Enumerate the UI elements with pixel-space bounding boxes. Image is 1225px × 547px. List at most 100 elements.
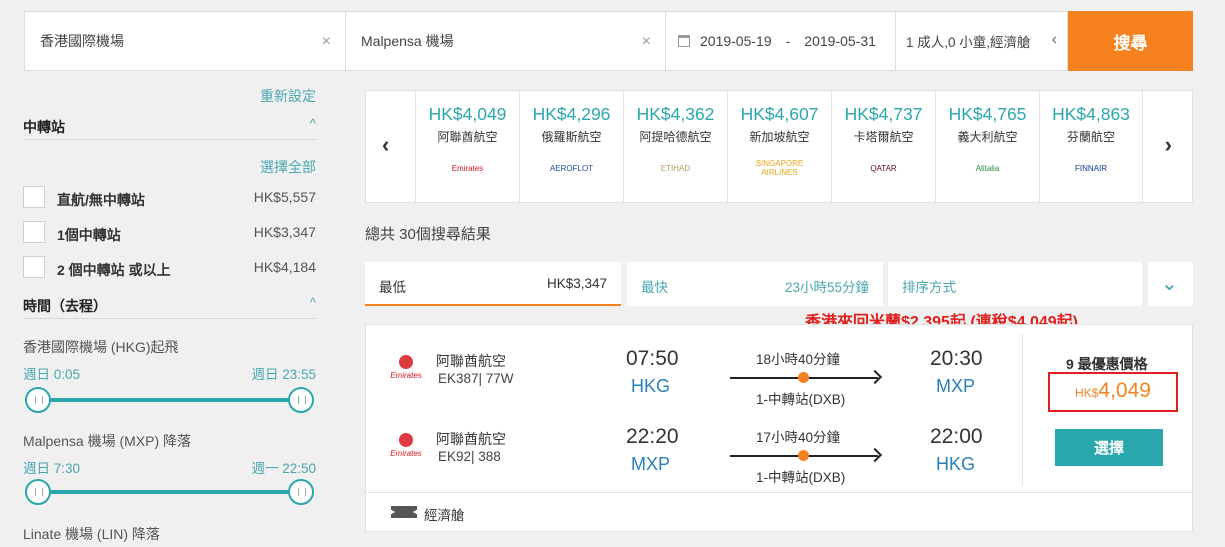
airline-logo: QATAR	[870, 163, 897, 173]
search-bar: 香港國際機場 × Malpensa 機場 × 2019-05-19 - 2019…	[24, 11, 1193, 71]
sort-tab-sort-by[interactable]: 排序方式	[888, 262, 1142, 306]
airline-logo: SINGAPORE AIRLINES	[755, 159, 804, 177]
arrival-time: 22:00	[930, 425, 983, 448]
stop-option-label: 2 個中轉站 或以上	[57, 262, 171, 278]
sort-tab-label: 最快	[641, 280, 668, 295]
airline-card-price: HK$4,607	[740, 104, 819, 124]
departure-time: 07:50	[626, 347, 679, 370]
stop-info: 1-中轉站(DXB)	[756, 470, 846, 485]
stop-option-two-plus[interactable]: 2 個中轉站 或以上 HK$4,184	[23, 256, 316, 282]
price-highlight: HK$4,049	[1048, 372, 1178, 412]
airline-card[interactable]: HK$4,765 義大利航空 Alitalia	[935, 91, 1039, 203]
slider-max-value: 週日 23:55	[251, 367, 316, 382]
slider-label-arrival: Malpensa 機場 (MXP) 降落	[23, 433, 192, 449]
airline-logo: Alitalia	[975, 163, 1000, 173]
sort-tab-cheapest[interactable]: 最低 HK$3,347	[365, 262, 621, 306]
filter-sidebar: 重新設定 中轉站 ^ 選擇全部 直航/無中轉站 HK$5,557 1個中轉站 H…	[23, 80, 316, 547]
airline-card-name: 卡塔爾航空	[853, 130, 914, 144]
price-currency: HK$	[1075, 386, 1099, 400]
flight-number: EK92| 388	[438, 449, 501, 464]
destination-field[interactable]: Malpensa 機場 ×	[345, 11, 665, 71]
flight-number: EK387| 77W	[438, 371, 514, 386]
reset-filters-link[interactable]: 重新設定	[260, 86, 316, 106]
sort-tab-value: HK$3,347	[546, 276, 607, 291]
slider-label-linate: Linate 機場 (LIN) 降落	[23, 526, 160, 542]
checkbox[interactable]	[23, 256, 45, 278]
sort-expand-button[interactable]: ⌄	[1148, 262, 1193, 306]
airline-card-name: 芬蘭航空	[1066, 130, 1115, 144]
calendar-icon	[678, 35, 690, 47]
search-button[interactable]: 搜尋	[1068, 11, 1193, 71]
airline-card-name: 阿提哈德航空	[639, 130, 712, 144]
arrival-time-slider[interactable]	[23, 479, 316, 505]
airline-name: 阿聯酋航空	[436, 353, 506, 369]
slider-min-value: 週日 7:30	[23, 461, 81, 476]
passenger-value: 1 成人,0 小童,經濟艙	[906, 35, 1031, 50]
airline-name: 阿聯酋航空	[436, 431, 506, 447]
arrival-airport: HKG	[936, 454, 976, 474]
inbound-leg: Emirates 阿聯酋航空 EK92| 388 22:20 MXP 17小時4…	[366, 421, 1021, 501]
select-all-link[interactable]: 選擇全部	[260, 157, 316, 177]
flight-result-card: Emirates 阿聯酋航空 EK387| 77W 07:50 HKG 18小時…	[365, 324, 1193, 532]
origin-field[interactable]: 香港國際機場 ×	[24, 11, 345, 71]
airline-card[interactable]: HK$4,607 新加坡航空 SINGAPORE AIRLINES	[727, 91, 831, 203]
airline-card[interactable]: HK$4,296 俄羅斯航空 AEROFLOT	[519, 91, 623, 203]
airline-logo: FINNAIR	[1075, 163, 1107, 173]
slider-max-value: 週一 22:50	[251, 461, 316, 476]
stop-dot-icon	[798, 372, 809, 383]
stop-option-nonstop[interactable]: 直航/無中轉站 HK$5,557	[23, 186, 316, 212]
airline-logo: Emirates	[451, 163, 484, 173]
airline-card-name: 阿聯酋航空	[437, 130, 498, 144]
airline-logo: AEROFLOT	[549, 163, 594, 173]
airline-card-price: HK$4,296	[532, 104, 611, 124]
carousel-prev-icon[interactable]: ‹	[382, 132, 389, 158]
ticket-icon	[391, 506, 417, 518]
departure-time-slider[interactable]	[23, 387, 316, 413]
origin-clear-icon[interactable]: ×	[322, 33, 331, 51]
airline-card[interactable]: HK$4,737 卡塔爾航空 QATAR	[831, 91, 935, 203]
airline-card-price: HK$4,863	[1052, 104, 1130, 124]
airline-card[interactable]: HK$4,362 阿提哈德航空 ETIHAD	[623, 91, 727, 203]
date-separator: -	[785, 33, 791, 49]
slider-handle-min[interactable]	[25, 479, 51, 505]
time-section-title: 時間（去程）	[23, 298, 107, 314]
sort-tab-value: 23小時55分鐘	[784, 280, 869, 295]
collapse-time-icon[interactable]: ^	[310, 295, 316, 310]
slider-track	[36, 490, 303, 494]
chevron-down-icon: ⌄	[1161, 273, 1178, 295]
slider-handle-min[interactable]	[25, 387, 51, 413]
stop-dot-icon	[798, 450, 809, 461]
airline-card[interactable]: HK$4,863 芬蘭航空 FINNAIR	[1039, 91, 1143, 203]
slider-min-value: 週日 0:05	[23, 367, 81, 382]
sort-tab-label: 最低	[379, 280, 406, 295]
select-flight-button[interactable]: 選擇	[1055, 429, 1163, 466]
sort-tab-fastest[interactable]: 最快 23小時55分鐘	[627, 262, 883, 306]
airline-card-name: 俄羅斯航空	[541, 130, 602, 144]
checkbox[interactable]	[23, 221, 45, 243]
checkbox[interactable]	[23, 186, 45, 208]
sort-tab-label: 排序方式	[902, 280, 956, 295]
carousel-next-icon[interactable]: ›	[1165, 132, 1172, 158]
airline-card[interactable]: HK$4,049 阿聯酋航空 Emirates	[415, 91, 519, 203]
flight-duration: 18小時40分鐘	[756, 352, 841, 367]
arrival-airport: MXP	[936, 376, 976, 396]
airline-card-name: 新加坡航空	[749, 130, 810, 144]
destination-clear-icon[interactable]: ×	[642, 33, 651, 51]
airline-cards: HK$4,049 阿聯酋航空 Emirates HK$4,296 俄羅斯航空 AEROFL…	[415, 91, 1143, 203]
passenger-field[interactable]: 1 成人,0 小童,經濟艙 ‹	[895, 11, 1068, 71]
airline-card-price: HK$4,765	[948, 104, 1027, 124]
return-date: 2019-05-31	[804, 33, 876, 49]
stops-section-title: 中轉站	[23, 119, 65, 135]
divider	[366, 492, 1192, 493]
destination-value: Malpensa 機場	[361, 33, 454, 49]
collapse-stops-icon[interactable]: ^	[310, 116, 316, 131]
outbound-leg: Emirates 阿聯酋航空 EK387| 77W 07:50 HKG 18小時…	[366, 343, 1021, 423]
stop-option-price: HK$4,184	[253, 259, 316, 275]
date-range-field[interactable]: 2019-05-19 - 2019-05-31	[665, 11, 895, 71]
slider-handle-max[interactable]	[288, 479, 314, 505]
stop-option-one-stop[interactable]: 1個中轉站 HK$3,347	[23, 221, 316, 247]
stop-info: 1-中轉站(DXB)	[756, 392, 846, 407]
chevron-left-icon: ‹	[1051, 31, 1057, 48]
slider-handle-max[interactable]	[288, 387, 314, 413]
stop-option-price: HK$3,347	[253, 224, 316, 240]
